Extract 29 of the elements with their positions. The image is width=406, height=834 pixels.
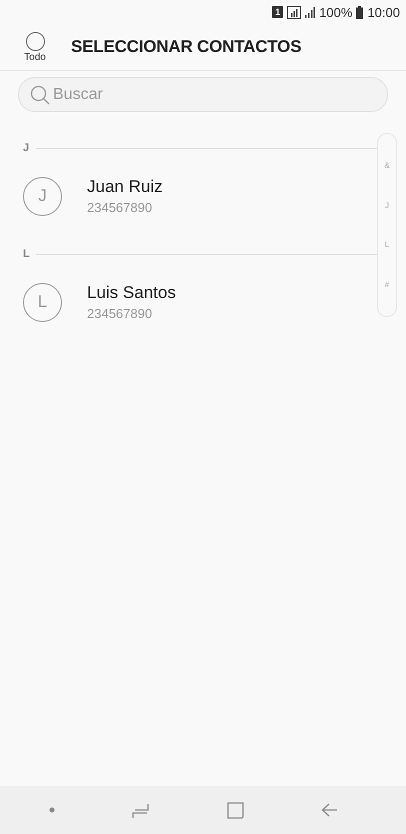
battery-icon: [356, 6, 364, 18]
section-letter: L: [23, 248, 31, 260]
index-scrollbar[interactable]: & J L #: [377, 133, 397, 317]
recents-icon[interactable]: [132, 801, 150, 819]
signal-icon: [287, 6, 302, 18]
back-icon[interactable]: [320, 803, 338, 817]
contact-name: Juan Ruiz: [87, 177, 163, 197]
signal-icon: [305, 6, 316, 18]
battery-percent: 100%: [319, 4, 352, 20]
search-bar[interactable]: Buscar: [18, 77, 388, 112]
contact-avatar: J: [23, 176, 62, 216]
contact-avatar: L: [23, 282, 62, 322]
contact-number: 234567890: [87, 200, 154, 215]
clock: 10:00: [367, 4, 400, 20]
dot-icon[interactable]: [48, 807, 54, 813]
index-letter[interactable]: &: [384, 161, 390, 170]
select-all-checkbox[interactable]: [26, 32, 44, 50]
contact-name: Luis Santos: [87, 283, 176, 303]
select-all-label[interactable]: Todo: [24, 52, 46, 62]
home-icon[interactable]: [226, 802, 244, 818]
sim-icon: 1: [272, 6, 284, 18]
index-letter[interactable]: J: [385, 200, 389, 210]
search-field[interactable]: Buscar: [53, 86, 387, 104]
page-title: SELECCIONAR CONTACTOS: [71, 37, 302, 57]
search-icon: [30, 84, 50, 104]
index-letter[interactable]: #: [384, 280, 390, 289]
section-letter: J: [23, 142, 30, 154]
contact-number: 234567890: [87, 306, 154, 321]
index-letter[interactable]: L: [384, 240, 390, 250]
